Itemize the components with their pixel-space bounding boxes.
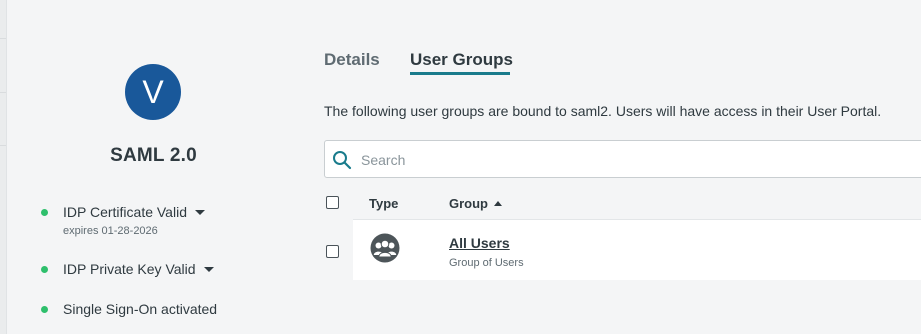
status-ok-dot — [41, 265, 48, 273]
user-group-icon — [370, 233, 400, 263]
chevron-down-icon[interactable] — [194, 209, 205, 215]
status-idp-certificate-toggle[interactable]: IDP Certificate Valid — [41, 204, 205, 220]
left-nav-edge — [0, 0, 7, 334]
app-avatar-letter: V — [142, 74, 164, 110]
app-name: SAML 2.0 — [110, 145, 197, 166]
nav-divider — [0, 145, 6, 146]
status-ok-dot — [41, 305, 48, 313]
table-row[interactable]: All Users Group of Users — [353, 219, 921, 280]
chevron-down-icon[interactable] — [203, 266, 214, 272]
column-header-type: Type — [369, 196, 398, 211]
group-name-link[interactable]: All Users — [449, 235, 510, 251]
status-ok-dot — [41, 208, 48, 216]
search-icon — [333, 151, 352, 170]
status-label: IDP Certificate Valid — [63, 204, 187, 220]
status-idp-private-key-toggle[interactable]: IDP Private Key Valid — [41, 261, 214, 277]
active-tab-indicator — [410, 72, 510, 75]
app-avatar: V — [125, 64, 181, 120]
nav-divider — [0, 92, 6, 93]
main-content: Details User Groups The following user g… — [300, 0, 921, 334]
tab-user-groups[interactable]: User Groups — [410, 50, 513, 70]
tab-details[interactable]: Details — [324, 50, 380, 70]
column-header-type-label: Type — [369, 196, 399, 211]
status-label: IDP Private Key Valid — [63, 261, 196, 277]
certificate-expiry: expires 01-28-2026 — [63, 225, 158, 237]
status-sso-row: Single Sign-On activated — [41, 301, 217, 317]
sort-ascending-icon — [494, 201, 502, 206]
nav-divider — [0, 38, 6, 39]
search-input[interactable] — [361, 149, 901, 171]
row-checkbox[interactable] — [326, 245, 339, 258]
column-header-group-label: Group — [449, 196, 488, 211]
app-summary-panel: V SAML 2.0 IDP Certificate Valid expires… — [7, 0, 300, 334]
group-type-label: Group of Users — [449, 257, 524, 269]
select-all-checkbox[interactable] — [326, 196, 339, 209]
user-groups-description: The following user groups are bound to s… — [324, 103, 882, 119]
column-header-group[interactable]: Group — [449, 196, 502, 211]
search-box — [324, 140, 921, 178]
status-label: Single Sign-On activated — [63, 301, 218, 317]
